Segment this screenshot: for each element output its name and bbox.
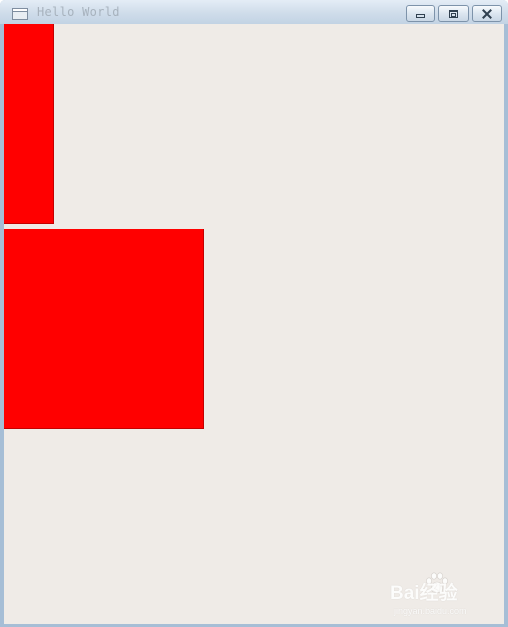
watermark-subtext: jingyan.baidu.com	[394, 606, 467, 616]
maximize-icon	[449, 9, 458, 18]
title-bar[interactable]: Hello World	[0, 0, 508, 24]
red-rectangle-small	[4, 24, 54, 224]
app-window: Hello World Bai经验 jingyan.baidu.com	[0, 0, 508, 627]
red-rectangle-large	[4, 229, 204, 429]
window-icon[interactable]	[12, 8, 28, 20]
window-title: Hello World	[37, 5, 120, 19]
minimize-icon	[416, 14, 425, 18]
maximize-button[interactable]	[438, 5, 469, 22]
close-button[interactable]	[472, 5, 502, 22]
client-area: Bai经验 jingyan.baidu.com	[4, 24, 504, 624]
close-icon	[482, 9, 492, 19]
watermark: Bai经验 jingyan.baidu.com	[390, 572, 500, 620]
minimize-button[interactable]	[406, 5, 435, 22]
watermark-text: Bai经验	[390, 583, 458, 604]
